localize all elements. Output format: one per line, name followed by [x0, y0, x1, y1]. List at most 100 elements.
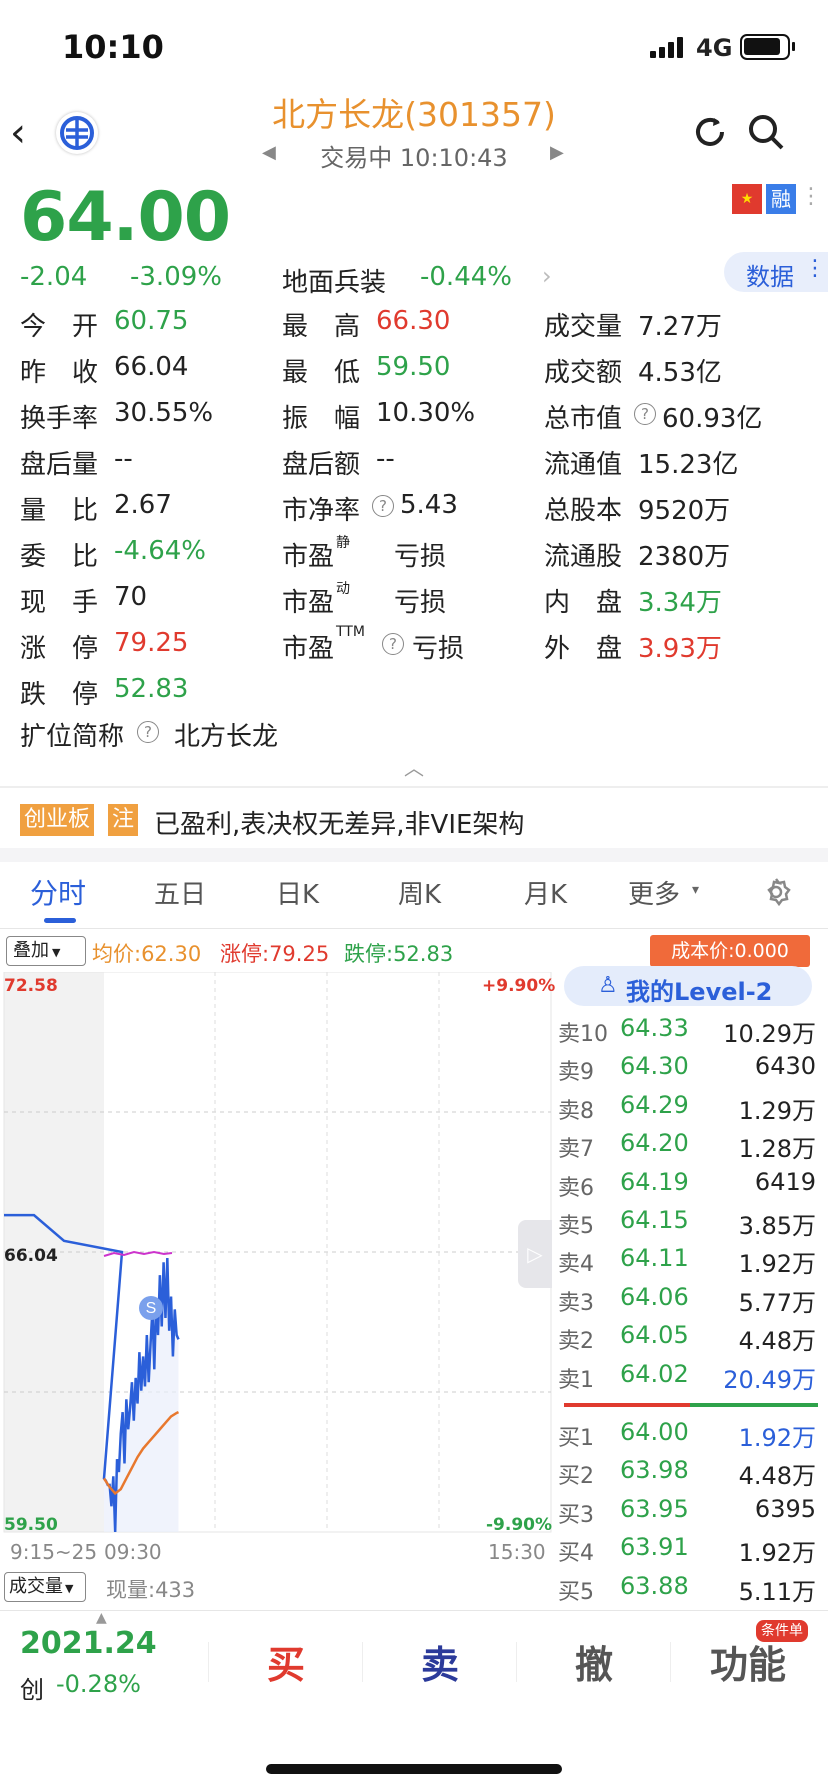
cancel-button[interactable]: 撤: [534, 1634, 654, 1689]
quote-value: 59.50: [376, 352, 451, 382]
quote-label-sup: 动: [336, 581, 350, 597]
quote-value: 亏损: [412, 634, 465, 664]
tab-3[interactable]: 周K: [398, 874, 441, 911]
quote-value: --: [376, 444, 395, 474]
bid-row[interactable]: 买2 63.98 4.48万: [556, 1452, 818, 1490]
help-icon[interactable]: ?: [634, 403, 656, 425]
quote-label: 流通股: [544, 542, 623, 572]
help-icon[interactable]: ?: [382, 633, 404, 655]
quote-label: 最 低: [282, 358, 361, 388]
note-tag[interactable]: 注: [108, 804, 139, 836]
quote-label: 最 高: [282, 312, 361, 342]
help-icon[interactable]: ?: [372, 495, 394, 517]
rong-badge[interactable]: 融: [766, 184, 796, 214]
collapse-up-icon[interactable]: ▲: [96, 1610, 107, 1626]
settings-gear-icon[interactable]: [760, 876, 792, 908]
ask-row[interactable]: 卖7 64.20 1.28万: [556, 1125, 818, 1163]
quote-label: 市盈: [282, 634, 335, 664]
expand-handle[interactable]: ▷: [518, 1220, 552, 1288]
quote-value: 2380万: [638, 542, 731, 572]
level-volume: 1.92万: [738, 1539, 816, 1568]
ask-row[interactable]: 卖2 64.05 4.48万: [556, 1317, 818, 1355]
quote-value: 70: [114, 582, 148, 612]
next-stock-icon[interactable]: ▶: [550, 142, 564, 163]
level-name: 卖10: [558, 1022, 608, 1047]
level-name: 买5: [558, 1579, 594, 1605]
board-tag: 创业板: [20, 804, 95, 836]
cost-price-button[interactable]: 成本价:0.000: [650, 935, 810, 967]
cn-flag-icon: ★: [732, 184, 762, 214]
search-icon[interactable]: [746, 112, 786, 152]
quote-value: 30.55%: [114, 398, 214, 428]
quote-label: 成交量: [544, 312, 623, 342]
level-name: 买1: [558, 1426, 594, 1451]
ask-row[interactable]: 卖5 64.15 3.85万: [556, 1202, 818, 1240]
bid-row[interactable]: 买4 63.91 1.92万: [556, 1529, 818, 1567]
more-dots-icon[interactable]: ⋮: [800, 184, 822, 209]
help-icon[interactable]: ?: [137, 721, 159, 743]
level-price: 64.19: [620, 1167, 689, 1196]
quote-value: 3.93万: [638, 634, 722, 664]
ask-row[interactable]: 卖10 64.33 10.29万: [556, 1010, 818, 1048]
tab-2[interactable]: 日K: [276, 874, 319, 911]
price-change-pct: -3.09%: [130, 262, 222, 292]
ask-row[interactable]: 卖3 64.06 5.77万: [556, 1279, 818, 1317]
tab-4[interactable]: 月K: [524, 874, 567, 911]
quote-label: 外 盘: [544, 634, 623, 664]
bottom-divider: [0, 1610, 828, 1611]
ask-row[interactable]: 卖4 64.11 1.92万: [556, 1240, 818, 1278]
quote-value: 4.53亿: [638, 358, 722, 388]
quote-label: 昨 收: [20, 358, 99, 388]
pct-bottom-label: -9.90%: [486, 1515, 553, 1535]
level-volume: 3.85万: [738, 1212, 816, 1240]
collapse-icon[interactable]: ︿: [404, 752, 424, 781]
index-value[interactable]: 2021.24: [20, 1626, 157, 1661]
bid-row[interactable]: 买5 63.88 5.11万: [556, 1568, 818, 1606]
ask-row[interactable]: 卖6 64.19 6419: [556, 1164, 818, 1202]
data-button[interactable]: 数据 ⋮: [724, 252, 828, 292]
quote-value: 66.30: [376, 306, 451, 336]
overlay-label: 叠加: [13, 940, 49, 961]
price-chart: S: [3, 972, 552, 1533]
tab-0[interactable]: 分时: [30, 872, 86, 912]
data-button-label: 数据: [746, 263, 794, 291]
quote-label: 市盈: [282, 588, 335, 618]
level-volume: 10.29万: [723, 1020, 816, 1048]
ask-row[interactable]: 卖1 64.02 20.49万: [556, 1356, 818, 1394]
ask-row[interactable]: 卖8 64.29 1.29万: [556, 1087, 818, 1125]
level-price: 64.30: [620, 1052, 689, 1081]
quote-label: 盘后量: [20, 450, 99, 480]
tab-more-chevron-icon[interactable]: ▾: [692, 882, 699, 898]
tab-5[interactable]: 更多: [628, 874, 680, 911]
ask-row[interactable]: 卖9 64.30 6430: [556, 1048, 818, 1086]
bid-row[interactable]: 买3 63.95 6395: [556, 1491, 818, 1529]
chevron-right-icon[interactable]: ›: [542, 262, 552, 290]
tab-1[interactable]: 五日: [154, 874, 206, 911]
level-price: 64.15: [620, 1206, 689, 1234]
refresh-icon[interactable]: [690, 112, 730, 152]
bid-row[interactable]: 买1 64.00 1.92万: [556, 1414, 818, 1452]
sector-change[interactable]: -0.44%: [420, 262, 512, 292]
function-button[interactable]: 功能: [688, 1634, 808, 1689]
vertical-divider: [670, 1642, 671, 1682]
quote-value: --: [114, 444, 133, 474]
x-start-label: 9:15~25: [10, 1540, 98, 1564]
volume-select[interactable]: 成交量 ▼: [4, 1572, 86, 1602]
quote-value: 9520万: [638, 496, 731, 526]
sell-button[interactable]: 卖: [380, 1634, 500, 1689]
home-indicator: [266, 1764, 562, 1774]
level-price: 64.33: [620, 1014, 689, 1042]
cond-order-badge[interactable]: 条件单: [756, 1620, 808, 1642]
short-name-label: 扩位简称: [20, 722, 125, 752]
quote-value: 7.27万: [638, 312, 722, 342]
sector-name[interactable]: 地面兵装: [282, 262, 386, 299]
buy-button[interactable]: 买: [226, 1634, 346, 1689]
divider: [0, 786, 828, 788]
overlay-select[interactable]: 叠加 ▼: [6, 936, 86, 966]
short-name-value: 北方长龙: [174, 722, 279, 752]
quote-label-sup: TTM: [336, 624, 365, 640]
quote-label: 跌 停: [20, 680, 99, 710]
x-open-label: 09:30: [104, 1540, 162, 1564]
level2-header[interactable]: ♙ 我的Level-2: [564, 966, 812, 1006]
quote-label: 现 手: [20, 588, 99, 618]
